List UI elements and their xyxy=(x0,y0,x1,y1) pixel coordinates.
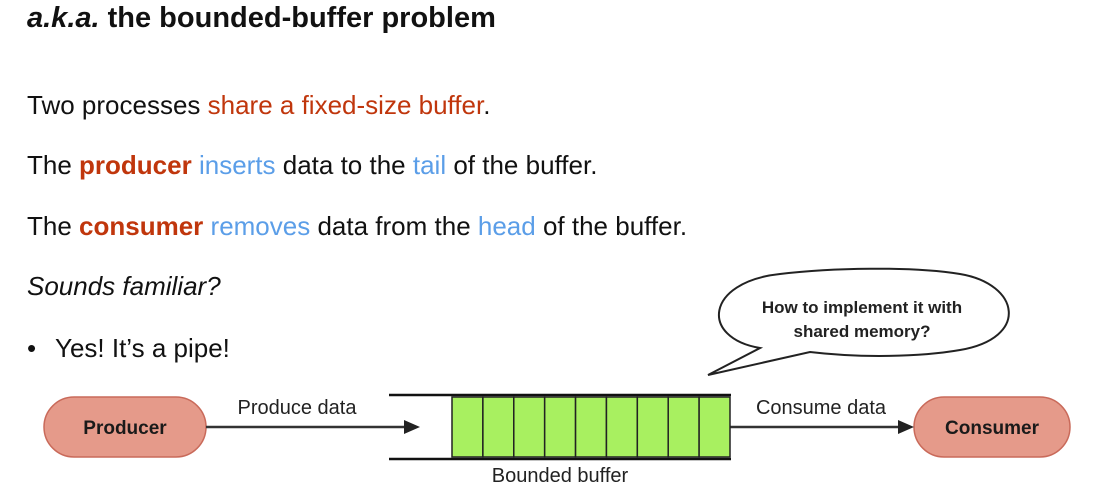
buffer-slot xyxy=(482,396,515,458)
produce-arrow-head xyxy=(404,420,420,434)
buffer-slot xyxy=(667,396,700,458)
consumer-label: Consumer xyxy=(945,418,1040,439)
buffer-slot xyxy=(451,396,484,458)
consume-data-label: Consume data xyxy=(756,397,887,419)
buffer-slot xyxy=(543,396,577,458)
bubble-text-line2: shared memory? xyxy=(794,322,931,341)
buffer-slot xyxy=(513,396,546,458)
buffer-slot xyxy=(698,396,731,458)
buffer-slot xyxy=(636,396,669,458)
bounded-buffer-diagram: How to implement it with shared memory? … xyxy=(43,267,1071,487)
produce-data-label: Produce data xyxy=(238,397,358,419)
consume-arrow-head xyxy=(898,420,914,434)
bubble-text-line1: How to implement it with xyxy=(762,298,962,317)
buffer-slots xyxy=(451,396,731,458)
buffer-slot xyxy=(574,396,608,458)
bounded-buffer-label: Bounded buffer xyxy=(492,465,629,487)
buffer-slot xyxy=(605,396,639,458)
producer-label: Producer xyxy=(83,418,167,439)
